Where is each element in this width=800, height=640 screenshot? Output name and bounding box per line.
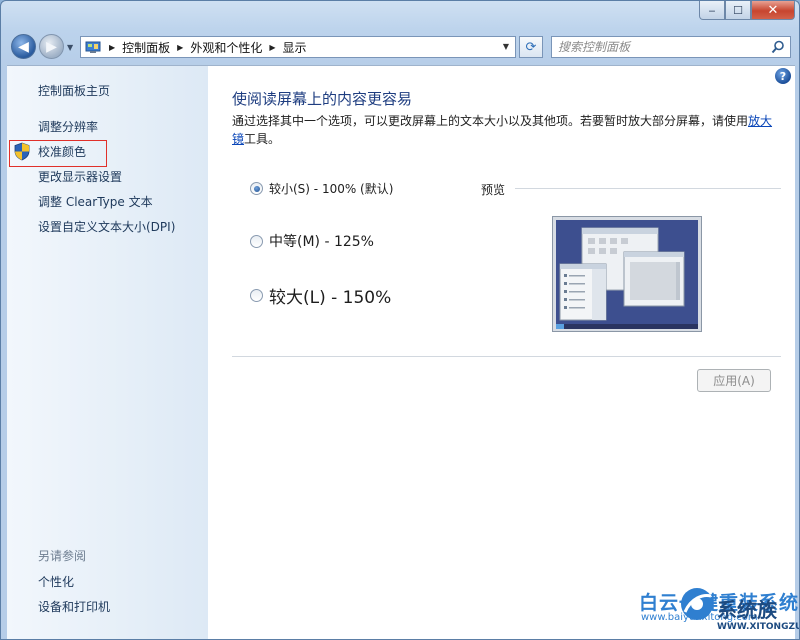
watermark-brand: 系统族 — [717, 598, 777, 622]
sidebar-item-calibrate-color[interactable]: 校准颜色 — [38, 143, 86, 160]
recent-pages-dropdown[interactable]: ▼ — [67, 43, 73, 52]
sidebar-item-adjust-resolution[interactable]: 调整分辨率 — [38, 118, 98, 135]
watermark: 白云一键重装系统 www.baiyunxitong.com 系统族 WWW.XI… — [639, 584, 799, 639]
help-icon[interactable]: ? — [775, 68, 791, 84]
navigation-bar: ◀ ▶ ▼ ▶ 控制面板 ▶ 外观和个性化 ▶ 显示 ▼ ⟳ — [1, 31, 799, 63]
radio-smaller[interactable] — [250, 182, 263, 195]
breadcrumb-control-panel[interactable]: 控制面板 — [122, 39, 170, 56]
address-bar[interactable]: ▶ 控制面板 ▶ 外观和个性化 ▶ 显示 ▼ — [80, 36, 516, 58]
watermark-brand-url: WWW.XITONGZU.COM — [717, 622, 800, 632]
description-text: 通过选择其中一个选项，可以更改屏幕上的文本大小以及其他项。若要暂时放大部分屏幕，… — [232, 114, 749, 128]
sidebar-item-devices-printers[interactable]: 设备和打印机 — [38, 598, 110, 615]
breadcrumb-separator-icon[interactable]: ▶ — [177, 43, 183, 52]
sidebar-item-cleartype[interactable]: 调整 ClearType 文本 — [38, 193, 153, 210]
sidebar-home-link[interactable]: 控制面板主页 — [38, 82, 110, 99]
see-also-label: 另请参阅 — [38, 549, 87, 563]
close-button[interactable]: ✕ — [751, 1, 795, 20]
preview-label: 预览 — [481, 183, 506, 197]
back-button[interactable]: ◀ — [11, 34, 36, 59]
display-preview-image — [552, 216, 702, 332]
forward-button[interactable]: ▶ — [39, 34, 64, 59]
sidebar-item-display-settings[interactable]: 更改显示器设置 — [38, 168, 122, 185]
option-smaller[interactable]: 较小(S) - 100% (默认) — [250, 180, 393, 197]
option-medium-label: 中等(M) - 125% — [269, 234, 374, 250]
page-title: 使阅读屏幕上的内容更容易 — [232, 90, 413, 108]
radio-medium[interactable] — [250, 234, 263, 248]
sidebar: 控制面板主页 调整分辨率 校准颜色 更改显示器设置 调整 ClearType 文… — [7, 66, 208, 639]
breadcrumb-separator-icon[interactable]: ▶ — [269, 43, 275, 52]
apply-button[interactable]: 应用(A) — [697, 369, 771, 392]
maximize-button[interactable]: ☐ — [725, 1, 751, 20]
section-divider — [232, 356, 781, 357]
description-text-end: 工具。 — [244, 132, 281, 146]
breadcrumb-appearance[interactable]: 外观和个性化 — [190, 39, 262, 56]
uac-shield-icon — [14, 142, 30, 161]
control-panel-icon — [85, 41, 101, 53]
sidebar-item-personalization[interactable]: 个性化 — [38, 573, 74, 590]
minimize-button[interactable]: ‒ — [699, 1, 725, 20]
radio-larger[interactable] — [250, 289, 263, 302]
forward-arrow-icon: ▶ — [46, 38, 57, 55]
window-controls: ‒ ☐ ✕ — [699, 1, 795, 20]
option-smaller-label: 较小(S) - 100% (默认) — [269, 182, 394, 196]
search-box — [551, 36, 791, 58]
back-arrow-icon: ◀ — [18, 38, 29, 55]
title-bar: ‒ ☐ ✕ — [1, 1, 799, 29]
breadcrumb-separator-icon[interactable]: ▶ — [109, 43, 115, 52]
option-larger[interactable]: 较大(L) - 150% — [250, 283, 391, 308]
content-area: 控制面板主页 调整分辨率 校准颜色 更改显示器设置 调整 ClearType 文… — [7, 65, 799, 639]
control-panel-window: ‒ ☐ ✕ ◀ ▶ ▼ ▶ 控制面板 ▶ 外观和个性化 ▶ 显示 ▼ ⟳ 搜索控… — [0, 0, 800, 640]
search-input[interactable] — [558, 40, 758, 54]
search-icon[interactable] — [771, 40, 785, 54]
page-description: 通过选择其中一个选项，可以更改屏幕上的文本大小以及其他项。若要暂时放大部分屏幕，… — [232, 112, 782, 148]
refresh-icon: ⟳ — [525, 39, 537, 55]
option-medium[interactable]: 中等(M) - 125% — [250, 231, 374, 251]
watermark-logo-icon — [681, 588, 713, 620]
preview-divider — [515, 188, 781, 189]
address-dropdown-icon[interactable]: ▼ — [503, 42, 509, 51]
refresh-button[interactable]: ⟳ — [519, 36, 543, 58]
breadcrumb-display[interactable]: 显示 — [283, 39, 307, 56]
sidebar-item-custom-dpi[interactable]: 设置自定义文本大小(DPI) — [38, 218, 175, 235]
option-larger-label: 较大(L) - 150% — [269, 288, 392, 308]
